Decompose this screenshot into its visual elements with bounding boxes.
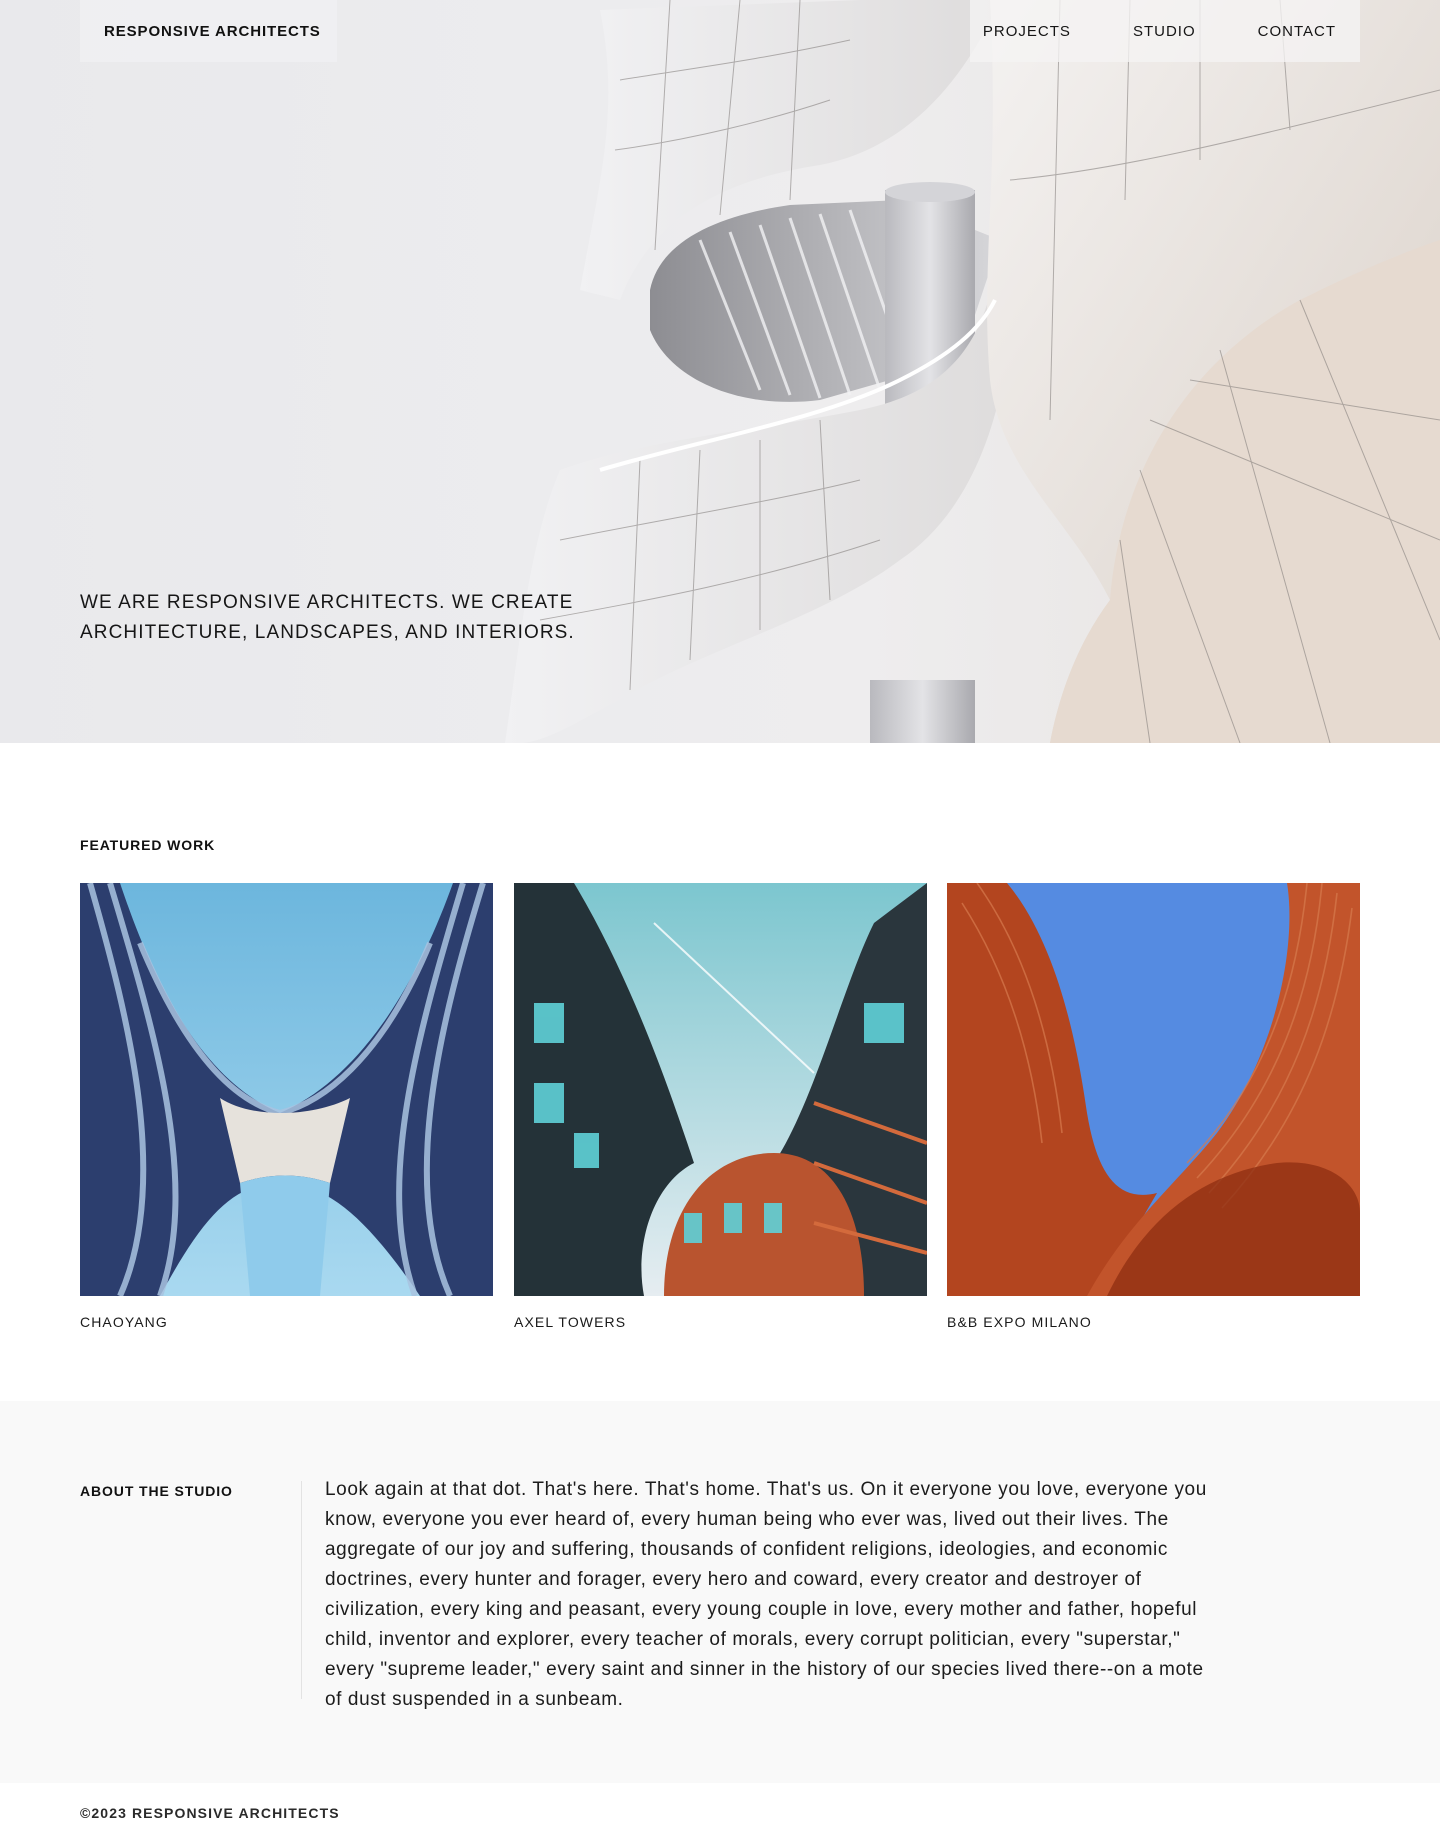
project-image-axel-towers[interactable] — [514, 883, 927, 1296]
nav-link-contact[interactable]: CONTACT — [1258, 23, 1336, 40]
footer-copyright: ©2023 RESPONSIVE ARCHITECTS — [80, 1805, 340, 1821]
hero-tagline: WE ARE RESPONSIVE ARCHITECTS. WE CREATE … — [80, 592, 575, 643]
brand-logo[interactable]: RESPONSIVE ARCHITECTS — [80, 0, 337, 62]
nav-link-studio[interactable]: STUDIO — [1133, 23, 1196, 40]
project-card-bb-expo-milano[interactable]: B&B EXPO MILANO — [947, 883, 1360, 1330]
about-section: ABOUT THE STUDIO Look again at that dot.… — [0, 1401, 1440, 1783]
about-divider — [301, 1481, 302, 1699]
project-title: B&B EXPO MILANO — [947, 1314, 1092, 1330]
project-title: AXEL TOWERS — [514, 1314, 627, 1330]
project-card-axel-towers[interactable]: AXEL TOWERS — [514, 883, 927, 1330]
project-card-chaoyang[interactable]: CHAOYANG — [80, 883, 493, 1330]
project-image-bb-expo-milano[interactable] — [947, 883, 1360, 1296]
about-body: Look again at that dot. That's here. Tha… — [325, 1479, 1207, 1710]
hero-section: RESPONSIVE ARCHITECTS PROJECTS STUDIO CO… — [0, 0, 1440, 743]
project-title: CHAOYANG — [80, 1314, 168, 1330]
nav-link-projects[interactable]: PROJECTS — [983, 23, 1071, 40]
brand-name: RESPONSIVE ARCHITECTS — [104, 22, 321, 40]
about-heading: ABOUT THE STUDIO — [80, 1483, 233, 1499]
featured-work-heading: FEATURED WORK — [80, 837, 216, 853]
project-image-chaoyang[interactable] — [80, 883, 493, 1296]
main-nav: PROJECTS STUDIO CONTACT — [970, 0, 1360, 62]
